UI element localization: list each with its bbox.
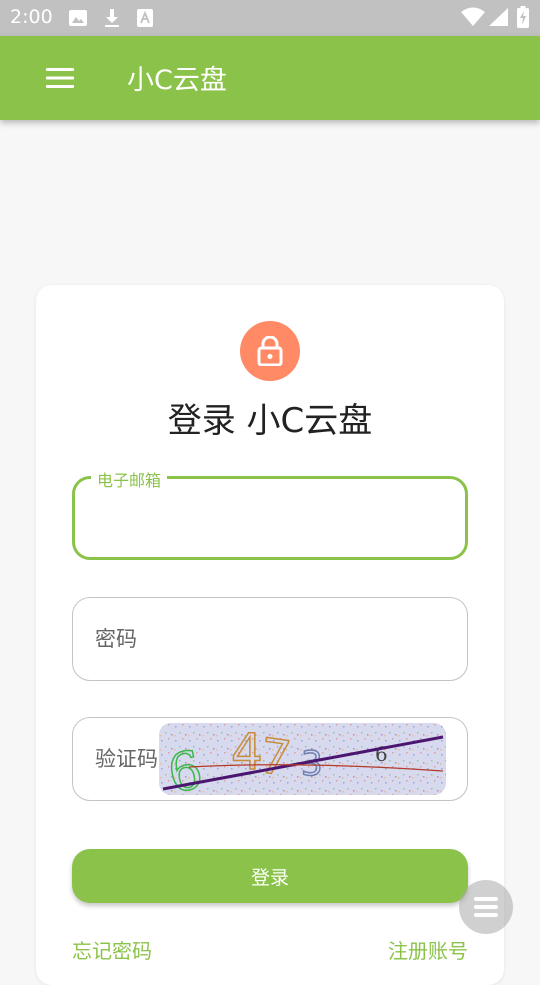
menu-icon xyxy=(46,68,74,88)
password-input[interactable] xyxy=(93,618,447,660)
download-icon xyxy=(102,8,122,32)
floating-menu-button[interactable] xyxy=(459,880,513,934)
svg-text:6: 6 xyxy=(375,742,388,766)
signal-icon xyxy=(488,7,510,31)
email-label: 电子邮箱 xyxy=(91,467,168,491)
status-bar: 2:00 xyxy=(0,0,540,36)
app-bar: 小C云盘 xyxy=(0,36,540,120)
app-title: 小C云盘 xyxy=(127,65,227,96)
menu-lines-icon xyxy=(474,897,498,917)
status-time: 2:00 xyxy=(10,6,53,28)
login-card: 登录 小C云盘 电子邮箱 6 xyxy=(36,285,504,985)
wifi-icon xyxy=(460,7,486,31)
login-button[interactable]: 登录 xyxy=(72,849,468,903)
text-icon xyxy=(136,8,154,32)
email-field[interactable]: 电子邮箱 xyxy=(72,467,468,560)
login-title: 登录 小C云盘 xyxy=(167,401,373,441)
battery-icon xyxy=(517,6,529,32)
password-field[interactable] xyxy=(72,597,468,681)
image-icon xyxy=(68,8,88,32)
lock-icon xyxy=(257,336,283,366)
captcha-field[interactable]: 6 4 7 3 6 xyxy=(72,717,468,801)
menu-button[interactable] xyxy=(40,60,80,96)
email-input[interactable] xyxy=(95,499,449,541)
lock-avatar xyxy=(240,321,300,381)
captcha-image[interactable]: 6 4 7 3 6 xyxy=(159,723,446,795)
